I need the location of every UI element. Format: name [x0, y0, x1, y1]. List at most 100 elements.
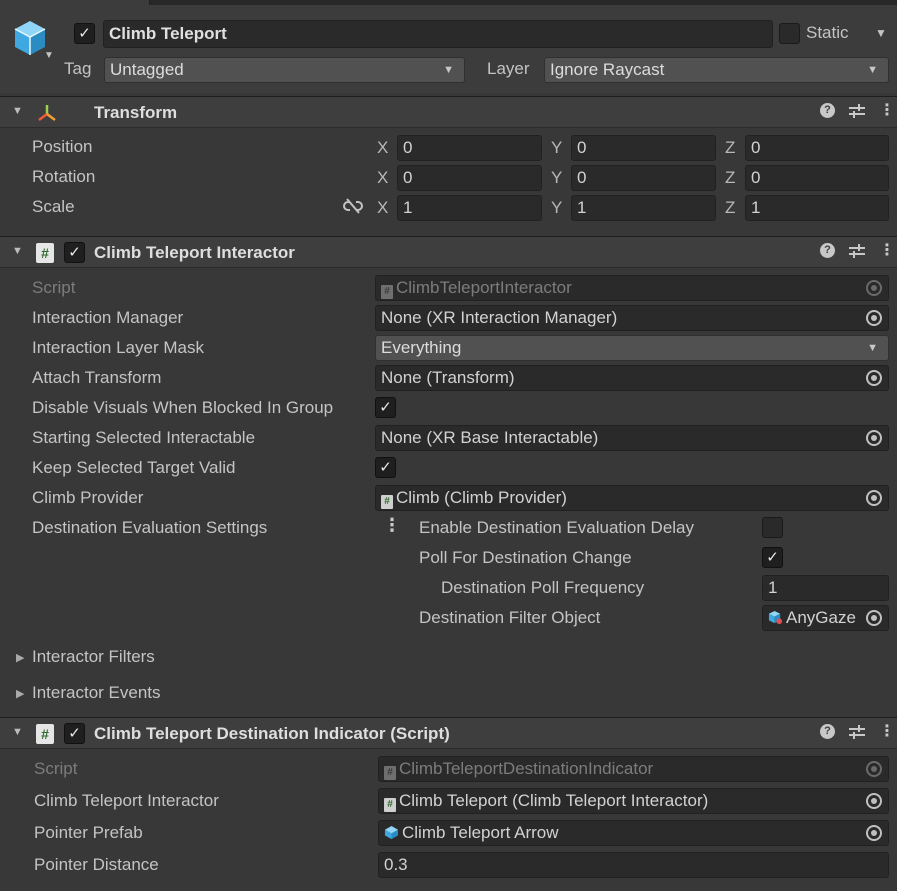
scale-y-field[interactable]: 1 [571, 195, 716, 221]
help-icon[interactable]: ? [820, 724, 835, 739]
object-picker-icon[interactable] [866, 490, 882, 506]
starting-selected-value: None (XR Base Interactable) [381, 428, 599, 447]
interactor-title: Climb Teleport Interactor [94, 243, 295, 262]
script-field: # ClimbTeleportInteractor [375, 275, 889, 301]
static-toggle[interactable] [779, 23, 800, 44]
static-label: Static [806, 23, 849, 42]
climb-provider-field[interactable]: # Climb (Climb Provider) [375, 485, 889, 511]
icon-dropdown-arrow-icon[interactable]: ▼ [44, 50, 54, 61]
foldout-arrow-icon[interactable]: ▼ [12, 105, 23, 117]
scale-x-field[interactable]: 1 [397, 195, 542, 221]
foldout-arrow-icon[interactable]: ▶ [16, 651, 24, 664]
poll-frequency-label: Destination Poll Frequency [441, 578, 645, 597]
layer-mask-label: Interaction Layer Mask [32, 338, 204, 357]
position-z-field[interactable]: 0 [745, 135, 889, 161]
foldout-arrow-icon[interactable]: ▶ [16, 687, 24, 700]
interaction-manager-label: Interaction Manager [32, 308, 184, 327]
axis-y-label: Y [551, 138, 563, 157]
position-label: Position [32, 137, 93, 156]
layer-dropdown[interactable]: Ignore Raycast ▼ [544, 57, 889, 83]
script-icon: # [384, 766, 396, 780]
layer-value: Ignore Raycast [550, 60, 665, 79]
attach-transform-field[interactable]: None (Transform) [375, 365, 889, 391]
axis-y-label: Y [551, 168, 563, 187]
transform-header[interactable]: ▼ Transform ? ⋮ [0, 96, 897, 128]
object-picker-icon[interactable] [866, 310, 882, 326]
component-enabled-toggle[interactable]: ✓ [64, 242, 85, 263]
foldout-arrow-icon[interactable]: ▼ [12, 245, 23, 257]
pointer-prefab-label: Pointer Prefab [34, 823, 143, 842]
object-picker-icon[interactable] [866, 430, 882, 446]
starting-selected-field[interactable]: None (XR Base Interactable) [375, 425, 889, 451]
presets-icon[interactable] [849, 103, 865, 118]
object-picker-icon[interactable] [866, 793, 882, 809]
indicator-script-value: ClimbTeleportDestinationIndicator [399, 759, 654, 778]
rotation-x-field[interactable]: 0 [397, 165, 542, 191]
transform-title: Transform [94, 103, 178, 122]
pointer-prefab-field[interactable]: Climb Teleport Arrow [378, 820, 889, 846]
disable-visuals-toggle[interactable]: ✓ [375, 397, 396, 418]
poll-frequency-field[interactable]: 1 [762, 575, 889, 601]
poll-change-toggle[interactable]: ✓ [762, 547, 783, 568]
cube-icon[interactable] [12, 18, 48, 58]
object-picker-icon [866, 280, 882, 296]
indicator-script-field: # ClimbTeleportDestinationIndicator [378, 756, 889, 782]
starting-selected-label: Starting Selected Interactable [32, 428, 256, 447]
kebab-menu-icon[interactable]: ⋮ [879, 723, 895, 739]
indicator-interactor-label: Climb Teleport Interactor [34, 791, 219, 810]
axis-z-label: Z [725, 138, 736, 157]
presets-icon[interactable] [849, 243, 865, 258]
attach-transform-value: None (Transform) [381, 368, 515, 387]
object-picker-icon[interactable] [866, 825, 882, 841]
axis-y-label: Y [551, 198, 563, 217]
interactor-filters-foldout[interactable]: Interactor Filters [32, 647, 155, 667]
keep-selected-toggle[interactable]: ✓ [375, 457, 396, 478]
object-picker-icon[interactable] [866, 610, 882, 626]
object-name-field[interactable]: Climb Teleport [103, 20, 773, 48]
kebab-menu-icon[interactable]: ⋮ [383, 515, 401, 536]
unlinked-scale-icon[interactable] [343, 198, 363, 214]
scale-label: Scale [32, 197, 75, 216]
interaction-manager-value: None (XR Interaction Manager) [381, 308, 618, 327]
filter-object-field[interactable]: AnyGaze [762, 605, 889, 631]
layer-mask-value: Everything [381, 338, 462, 357]
enable-delay-toggle[interactable] [762, 517, 783, 538]
tag-value: Untagged [110, 60, 184, 79]
foldout-arrow-icon[interactable]: ▼ [12, 726, 23, 738]
position-y-field[interactable]: 0 [571, 135, 716, 161]
pointer-distance-label: Pointer Distance [34, 855, 159, 874]
object-picker-icon[interactable] [866, 370, 882, 386]
indicator-interactor-field[interactable]: # Climb Teleport (Climb Teleport Interact… [378, 788, 889, 814]
component-enabled-toggle[interactable]: ✓ [64, 723, 85, 744]
filter-object-value: AnyGaze [786, 608, 856, 627]
kebab-menu-icon[interactable]: ⋮ [879, 242, 895, 258]
script-label: Script [32, 278, 76, 297]
presets-icon[interactable] [849, 724, 865, 739]
indicator-component-header[interactable]: ▼ # ✓ Climb Teleport Destination Indicat… [0, 717, 897, 749]
help-icon[interactable]: ? [820, 243, 835, 258]
script-icon: # [384, 798, 396, 812]
scale-z-field[interactable]: 1 [745, 195, 889, 221]
dest-eval-label: Destination Evaluation Settings [32, 518, 268, 537]
tag-dropdown[interactable]: Untagged ▼ [104, 57, 465, 83]
axis-z-label: Z [725, 168, 736, 187]
interactor-component-header[interactable]: ▼ # ✓ Climb Teleport Interactor ? ⋮ [0, 236, 897, 268]
static-dropdown-arrow-icon[interactable]: ▼ [875, 26, 887, 40]
chevron-down-icon: ▼ [867, 64, 878, 76]
position-x-field[interactable]: 0 [397, 135, 542, 161]
interaction-manager-field[interactable]: None (XR Interaction Manager) [375, 305, 889, 331]
rotation-z-field[interactable]: 0 [745, 165, 889, 191]
rotation-y-field[interactable]: 0 [571, 165, 716, 191]
pointer-distance-field[interactable]: 0.3 [378, 852, 889, 878]
help-icon[interactable]: ? [820, 103, 835, 118]
disable-visuals-label: Disable Visuals When Blocked In Group [32, 398, 334, 417]
interactor-events-foldout[interactable]: Interactor Events [32, 683, 161, 703]
kebab-menu-icon[interactable]: ⋮ [879, 102, 895, 118]
object-picker-icon [866, 761, 882, 777]
active-toggle[interactable]: ✓ [74, 23, 95, 44]
layer-mask-dropdown[interactable]: Everything ▼ [375, 335, 889, 361]
pointer-prefab-value: Climb Teleport Arrow [402, 823, 559, 842]
filter-object-label: Destination Filter Object [419, 608, 601, 627]
scriptable-object-icon [768, 610, 783, 625]
axis-x-label: X [377, 138, 389, 157]
